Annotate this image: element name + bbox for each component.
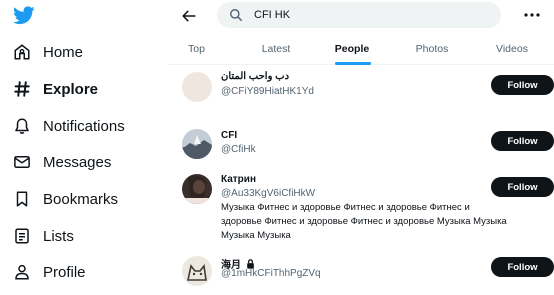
search-icon <box>229 7 245 23</box>
sidebar-item-label: Home <box>43 43 84 61</box>
home-icon <box>12 42 32 62</box>
more-options-button[interactable] <box>522 5 542 25</box>
user-cell[interactable]: CFI @CfiHk Follow <box>168 121 554 169</box>
sidebar-item-profile[interactable]: Profile <box>12 259 86 285</box>
user-handle: @CfiHk <box>221 144 256 155</box>
follow-button[interactable]: Follow <box>491 131 554 151</box>
user-cell[interactable]: 海月 @1mHkCFiThhPgZVq Follow <box>168 250 554 295</box>
sidebar-item-lists[interactable]: Lists <box>12 223 74 249</box>
user-cell[interactable]: Катрин @Au33KgV6iCfiHkW Музыка Фитнес и … <box>168 168 554 246</box>
sidebar-item-label: Profile <box>43 263 86 281</box>
search-tabs: Top Latest People Photos Videos <box>168 34 554 65</box>
sidebar-item-label: Notifications <box>43 117 125 135</box>
sidebar-item-home[interactable]: Home <box>12 39 83 65</box>
bookmark-icon <box>12 189 32 209</box>
arrow-left-icon <box>182 10 196 22</box>
follow-button[interactable]: Follow <box>491 177 554 197</box>
back-button[interactable] <box>178 5 200 27</box>
sidebar-item-bookmarks[interactable]: Bookmarks <box>12 186 118 212</box>
sidebar-item-messages[interactable]: Messages <box>12 149 111 175</box>
tab-people[interactable]: People <box>330 34 374 64</box>
sidebar-item-label: Messages <box>43 153 112 171</box>
follow-button[interactable]: Follow <box>491 75 554 95</box>
avatar[interactable] <box>182 174 212 204</box>
sidebar-item-explore[interactable]: Explore <box>12 76 98 102</box>
envelope-icon <box>12 152 32 172</box>
user-bio: Музыка Фитнес и здоровье Фитнес и здоров… <box>221 202 507 241</box>
tab-photos[interactable]: Photos <box>410 34 454 64</box>
avatar[interactable] <box>182 72 212 102</box>
bell-icon <box>12 116 32 136</box>
user-handle: @1mHkCFiThhPgZVq <box>221 268 321 279</box>
user-name[interactable]: CFI <box>221 130 237 141</box>
list-icon <box>12 226 32 246</box>
user-name[interactable]: Катрин <box>221 174 256 185</box>
user-cell[interactable]: دب واحب المتان @CFiY89HiatHK1Yd Follow <box>168 66 554 114</box>
sidebar-item-label: Bookmarks <box>43 190 119 208</box>
sidebar-item-notifications[interactable]: Notifications <box>12 113 125 139</box>
search-box[interactable] <box>217 2 501 28</box>
tab-top[interactable]: Top <box>188 34 205 64</box>
avatar[interactable] <box>182 256 212 286</box>
hashtag-icon <box>12 79 32 99</box>
avatar[interactable] <box>182 129 212 159</box>
sidebar-item-label: Explore <box>43 80 99 98</box>
sidebar: Home Explore Notifications Messages Book… <box>0 0 168 295</box>
active-tab-indicator <box>335 62 371 65</box>
tab-videos[interactable]: Videos <box>490 34 534 64</box>
user-name[interactable]: دب واحب المتان <box>221 71 289 82</box>
follow-button[interactable]: Follow <box>491 257 554 277</box>
more-dots-icon <box>524 13 540 17</box>
twitter-bird-icon[interactable] <box>13 6 35 26</box>
search-input[interactable] <box>254 9 474 21</box>
user-handle: @CFiY89HiatHK1Yd <box>221 86 314 97</box>
user-handle: @Au33KgV6iCfiHkW <box>221 188 316 199</box>
sidebar-item-label: Lists <box>43 227 74 245</box>
tab-latest[interactable]: Latest <box>254 34 298 64</box>
person-icon <box>12 262 32 282</box>
